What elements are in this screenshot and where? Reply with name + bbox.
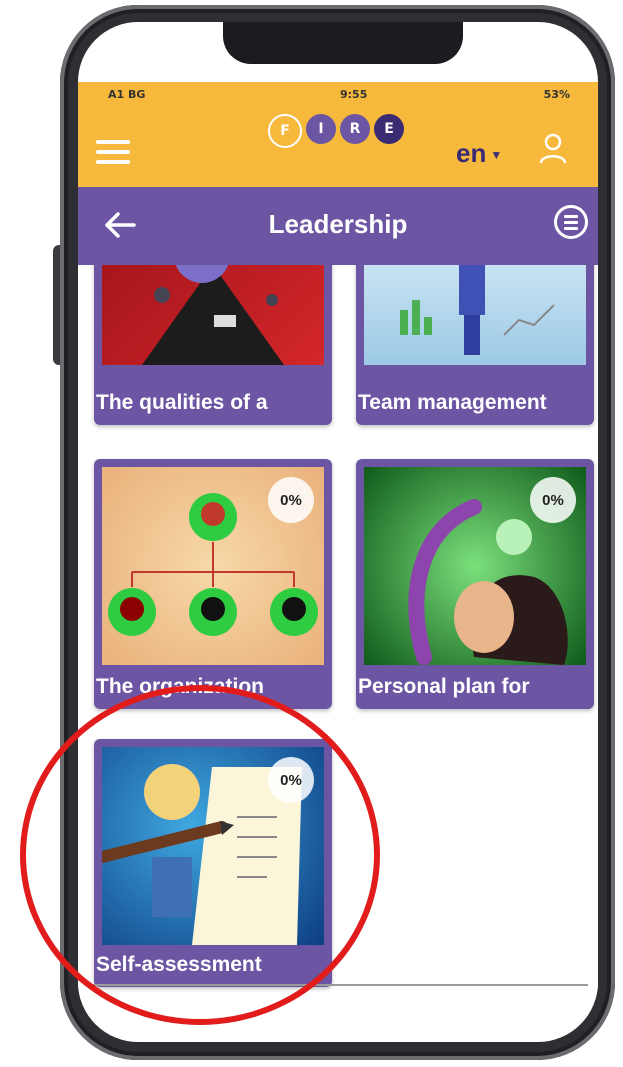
progress-badge: 0% bbox=[530, 477, 576, 523]
status-time: 9:55 bbox=[340, 88, 368, 101]
language-code: en bbox=[456, 138, 487, 168]
module-card-team-management[interactable]: Team management bbox=[356, 265, 594, 425]
module-card-self-assessment[interactable]: 0% Self-assessment bbox=[94, 739, 332, 987]
language-selector[interactable]: en ▼ bbox=[456, 138, 502, 169]
logo-letter-e: E bbox=[374, 114, 404, 144]
module-thumbnail bbox=[102, 265, 324, 365]
page-title: Leadership bbox=[268, 209, 408, 239]
logo-letter-r: R bbox=[340, 114, 370, 144]
module-title: Team management bbox=[358, 391, 547, 414]
home-indicator bbox=[88, 984, 588, 986]
title-bar: Leadership bbox=[78, 187, 598, 265]
module-card-qualities[interactable]: The qualities of a bbox=[94, 265, 332, 425]
module-card-organization[interactable]: 0% The organization bbox=[94, 459, 332, 709]
logo-letter-i: I bbox=[306, 114, 336, 144]
logo-letter-f: F bbox=[268, 114, 302, 148]
module-card-personal-plan[interactable]: 0% Personal plan for bbox=[356, 459, 594, 709]
caret-down-icon: ▼ bbox=[490, 148, 503, 163]
module-thumbnail: 0% bbox=[364, 467, 586, 665]
module-grid: The qualities of a Team management 0% Th… bbox=[78, 265, 598, 1000]
user-icon[interactable] bbox=[538, 132, 568, 164]
hamburger-menu-icon[interactable] bbox=[96, 140, 130, 164]
phone-screen: A1 BG 9:55 53% F I R E en ▼ Leadership T… bbox=[78, 22, 598, 1042]
status-bar: A1 BG 9:55 53% bbox=[78, 86, 598, 110]
phone-notch bbox=[223, 22, 463, 64]
module-thumbnail: 0% bbox=[102, 747, 324, 945]
module-title: Personal plan for bbox=[358, 675, 530, 698]
fire-logo: F I R E bbox=[268, 114, 428, 170]
module-title: Self-assessment bbox=[96, 953, 262, 976]
progress-badge: 0% bbox=[268, 757, 314, 803]
module-title: The organization bbox=[96, 675, 264, 698]
progress-badge: 0% bbox=[268, 477, 314, 523]
module-title: The qualities of a bbox=[96, 391, 268, 414]
module-thumbnail bbox=[364, 265, 586, 365]
status-battery: 53% bbox=[543, 88, 570, 101]
status-carrier: A1 BG bbox=[108, 88, 146, 101]
module-thumbnail: 0% bbox=[102, 467, 324, 665]
list-menu-icon[interactable] bbox=[554, 205, 588, 239]
